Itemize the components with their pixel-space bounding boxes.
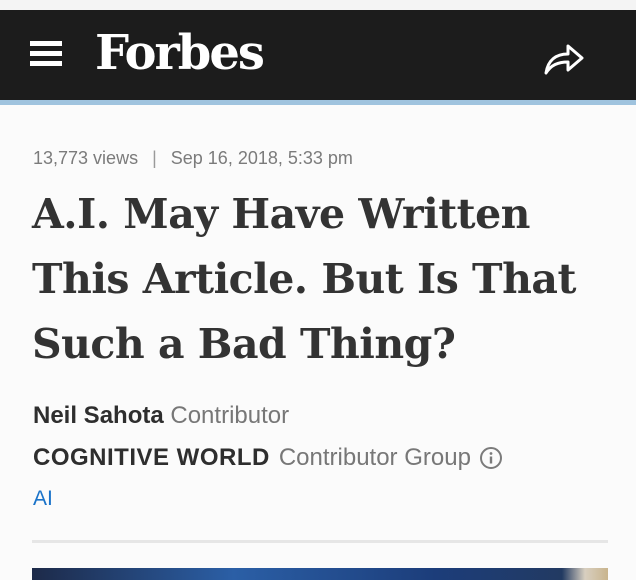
group-name[interactable]: COGNITIVE WORLD xyxy=(33,443,270,473)
meta-separator: | xyxy=(152,148,157,168)
article-headline: A.I. May Have Written This Article. But … xyxy=(32,182,607,377)
headline-line: This Article. But Is That xyxy=(32,255,576,303)
headline-line: A.I. May Have Written xyxy=(32,190,531,238)
hamburger-menu-icon xyxy=(30,41,62,46)
group-role: Contributor Group xyxy=(278,444,471,471)
hamburger-menu-icon-bar xyxy=(30,51,62,56)
status-strip xyxy=(0,0,636,10)
share-arrow-icon xyxy=(544,44,584,75)
author-name[interactable]: Neil Sahota xyxy=(33,402,164,429)
section-divider xyxy=(32,540,608,543)
menu-button[interactable] xyxy=(30,41,64,67)
publish-date: Sep 16, 2018, 5:33 pm xyxy=(170,148,353,168)
article-meta: 13,773 views | Sep 16, 2018, 5:33 pm xyxy=(33,146,353,170)
view-count: 13,773 views xyxy=(33,148,139,168)
forbes-logo[interactable]: Forbes xyxy=(95,22,265,84)
hamburger-menu-icon-bar xyxy=(30,61,62,66)
topic-tag-link[interactable]: AI xyxy=(33,486,53,512)
contributor-group: COGNITIVE WORLD Contributor Group xyxy=(33,443,503,473)
headline-line: Such a Bad Thing? xyxy=(32,320,456,368)
share-button[interactable] xyxy=(540,38,586,78)
author-byline: Neil Sahota Contributor xyxy=(33,401,289,431)
hero-image xyxy=(32,568,608,580)
author-role: Contributor xyxy=(170,402,290,429)
info-circle-icon[interactable] xyxy=(479,446,503,470)
